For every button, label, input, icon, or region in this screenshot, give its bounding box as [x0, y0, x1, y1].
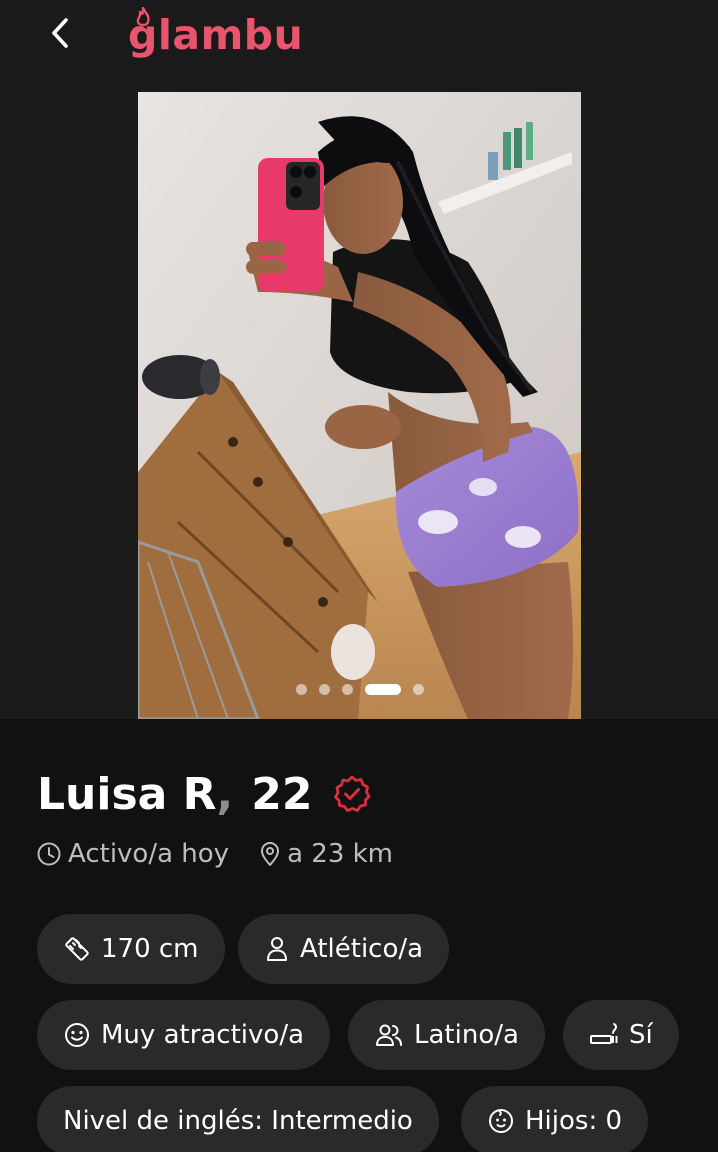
- back-button[interactable]: [38, 10, 84, 56]
- photo-carousel[interactable]: [0, 92, 718, 719]
- meta-row: Activo/a hoy a 23 km: [36, 839, 393, 869]
- users-icon: [376, 1024, 402, 1046]
- carousel-dots: [138, 684, 581, 695]
- profile-details: Luisa R , 22 Activo/a hoy a 23 km 170 cm…: [0, 719, 718, 1152]
- distance: a 23 km: [259, 839, 393, 869]
- profile-age: 22: [251, 768, 313, 820]
- flame-icon: [136, 7, 150, 27]
- height-text: 170 cm: [101, 934, 199, 964]
- carousel-dot[interactable]: [412, 684, 424, 695]
- top-bar: glambu: [0, 0, 718, 92]
- distance-text: a 23 km: [287, 839, 394, 869]
- app-logo: glambu: [128, 4, 303, 66]
- chip-ethnicity: Latino/a: [348, 1000, 545, 1070]
- profile-name: Luisa R: [37, 768, 217, 820]
- profile-page: glambu Luisa R , 22 Activo/a hoy a 23 km…: [0, 0, 718, 1152]
- smoking-text: Sí: [629, 1020, 653, 1050]
- clock-icon: [37, 842, 61, 866]
- body-type-text: Atlético/a: [300, 934, 424, 964]
- children-text: Hijos: 0: [525, 1106, 623, 1136]
- verified-icon: [334, 775, 371, 812]
- person-icon: [267, 937, 287, 961]
- name-age-row: Luisa R , 22: [37, 763, 372, 825]
- chip-english-level: Nivel de inglés: Intermedio: [37, 1086, 439, 1152]
- carousel-dot[interactable]: [318, 684, 330, 695]
- activity-text: Activo/a hoy: [68, 839, 230, 869]
- photo-illustration: [138, 92, 581, 719]
- english-level-text: Nivel de inglés: Intermedio: [63, 1106, 413, 1136]
- carousel-dot-active[interactable]: [364, 684, 401, 695]
- cigarette-icon: [590, 1023, 618, 1044]
- verified-badge: [332, 774, 372, 814]
- activity-status: Activo/a hoy: [36, 839, 229, 869]
- carousel-dot[interactable]: [295, 684, 307, 695]
- chevron-left-icon: [52, 18, 68, 48]
- chip-attractiveness: Muy atractivo/a: [37, 1000, 331, 1070]
- chip-body-type: Atlético/a: [238, 914, 450, 984]
- chip-smoking: Sí: [563, 1000, 679, 1070]
- attractiveness-text: Muy atractivo/a: [101, 1020, 305, 1050]
- carousel-dot[interactable]: [341, 684, 353, 695]
- smile-icon: [65, 1023, 89, 1047]
- baby-icon: [489, 1109, 513, 1133]
- chip-height: 170 cm: [37, 914, 225, 984]
- profile-photo[interactable]: [138, 92, 581, 719]
- ruler-icon: [65, 937, 89, 961]
- chip-children: Hijos: 0: [461, 1086, 649, 1152]
- location-pin-icon: [261, 842, 280, 866]
- ethnicity-text: Latino/a: [414, 1020, 519, 1050]
- name-separator: ,: [216, 768, 234, 820]
- logo-text: glambu: [128, 11, 304, 59]
